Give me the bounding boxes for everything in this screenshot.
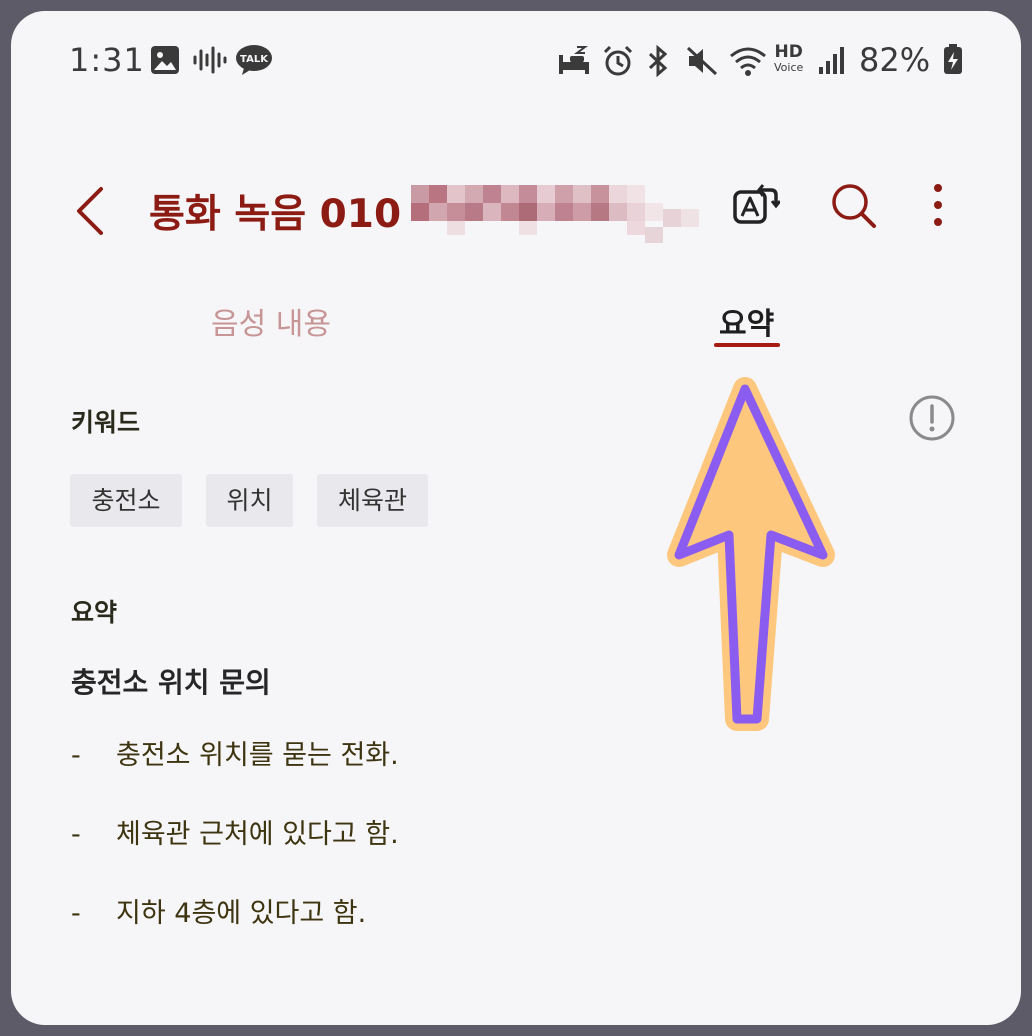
phone-screen: 1:31 TALK HD Voice 82% 통화 녹음 010 음성 내용 요… xyxy=(11,11,1021,1025)
status-bar: 1:31 TALK HD Voice 82% xyxy=(11,11,1021,111)
tab-selected-indicator xyxy=(714,343,780,347)
bluetooth-icon xyxy=(645,44,671,81)
keyword-chip[interactable]: 위치 xyxy=(206,474,293,527)
keyword-chip[interactable]: 충전소 xyxy=(70,474,182,527)
kakaotalk-icon: TALK xyxy=(235,44,273,80)
annotation-arrow-icon xyxy=(657,375,842,744)
voice-wave-icon xyxy=(192,45,228,79)
sleep-mode-icon xyxy=(557,45,591,79)
summary-bullet: - 체육관 근처에 있다고 함. xyxy=(71,819,399,850)
battery-charging-icon xyxy=(943,43,963,79)
signal-icon xyxy=(818,45,846,79)
tab-voice-content[interactable]: 음성 내용 xyxy=(211,299,331,343)
summary-bullet: - 충전소 위치를 묻는 전화. xyxy=(71,740,399,771)
battery-percent: 82% xyxy=(859,41,931,79)
svg-text:TALK: TALK xyxy=(240,54,269,65)
back-button[interactable] xyxy=(71,181,111,241)
tab-summary[interactable]: 요약 xyxy=(719,299,774,343)
back-icon xyxy=(77,187,103,235)
redacted-phone-number xyxy=(411,179,701,243)
info-button[interactable] xyxy=(908,394,956,446)
status-time: 1:31 xyxy=(69,41,145,79)
alarm-icon xyxy=(602,45,634,81)
keyword-chip[interactable]: 체육관 xyxy=(317,474,428,527)
mute-icon xyxy=(685,45,719,81)
more-icon xyxy=(934,184,942,226)
gallery-icon xyxy=(150,45,180,79)
hd-voice-badge: HD Voice xyxy=(774,42,804,75)
search-icon xyxy=(832,184,876,228)
translate-button[interactable] xyxy=(730,183,782,237)
page-title: 통화 녹음 010 xyxy=(149,192,402,237)
keywords-heading: 키워드 xyxy=(71,408,141,437)
summary-subtitle: 충전소 위치 문의 xyxy=(71,666,271,699)
summary-bullet: - 지하 4층에 있다고 함. xyxy=(71,898,367,929)
more-options-button[interactable] xyxy=(928,183,948,231)
wifi-icon xyxy=(728,45,768,81)
info-icon xyxy=(909,395,955,441)
summary-heading: 요약 xyxy=(71,598,118,627)
translate-icon xyxy=(733,184,782,224)
search-button[interactable] xyxy=(829,181,879,235)
